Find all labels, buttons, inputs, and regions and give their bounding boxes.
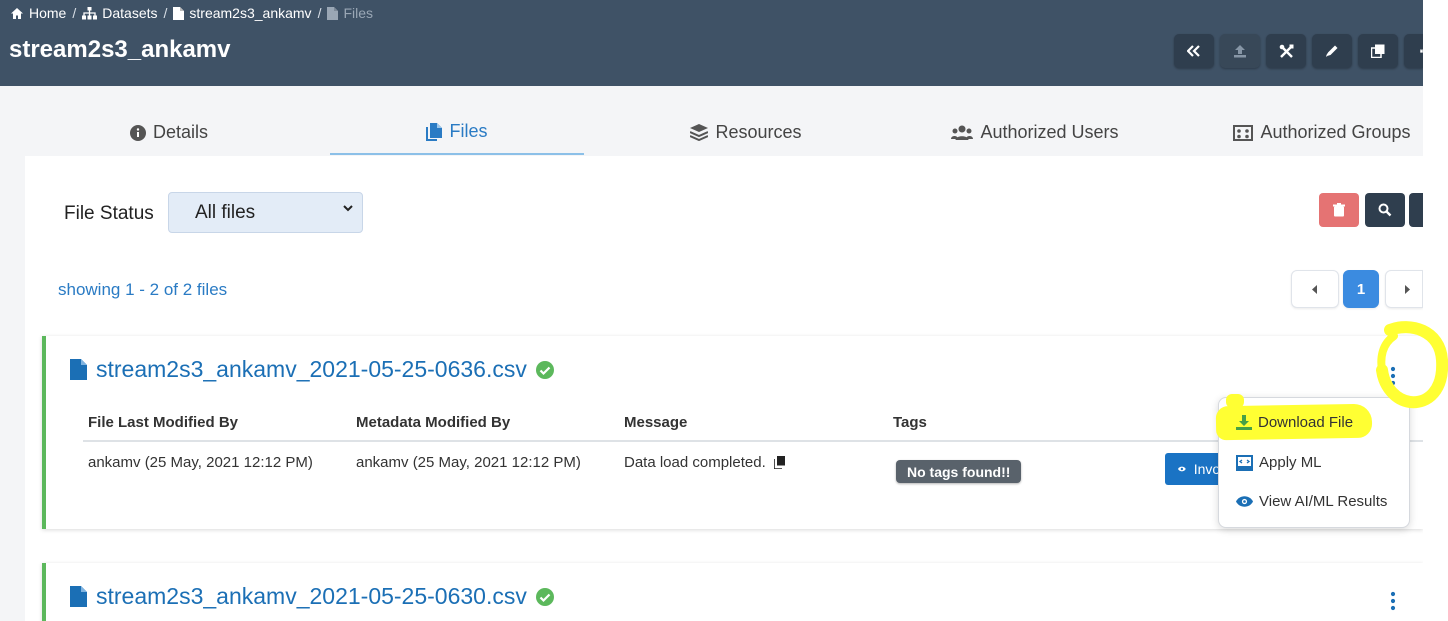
tab-resources[interactable]: Resources xyxy=(648,110,844,155)
upload-icon xyxy=(1234,45,1246,58)
tab-label: Resources xyxy=(715,122,802,142)
tab-label: Authorized Groups xyxy=(1260,122,1411,142)
file-actions-menu-items: Download File Apply ML View AI/ML Result… xyxy=(1218,397,1410,528)
tab-details[interactable]: Details xyxy=(65,110,273,155)
tools-icon xyxy=(1279,44,1293,58)
column-header: Tags xyxy=(893,414,927,431)
breadcrumb-datasets[interactable]: Datasets xyxy=(82,5,158,21)
file-icon xyxy=(327,6,339,20)
copy-icon xyxy=(1371,44,1385,58)
file-title[interactable]: stream2s3_ankamv_2021-05-25-0630.csv xyxy=(70,583,554,610)
message-text: Data load completed. xyxy=(624,454,766,471)
eye-icon xyxy=(1178,466,1186,472)
page-title: stream2s3_ankamv xyxy=(9,36,231,63)
search-files-button[interactable] xyxy=(1365,193,1405,227)
column-header: Message xyxy=(624,414,688,431)
search-icon xyxy=(1378,203,1392,217)
breadcrumb-dataset[interactable]: stream2s3_ankamv xyxy=(173,5,312,21)
file-status-label: File Status xyxy=(64,203,154,224)
tools-button[interactable] xyxy=(1266,34,1306,68)
check-circle-icon xyxy=(535,587,554,606)
copy-icon[interactable] xyxy=(773,456,785,469)
file-icon xyxy=(70,359,87,380)
file-icon xyxy=(173,6,185,20)
breadcrumb-home[interactable]: Home xyxy=(10,5,66,21)
page-margin xyxy=(1423,0,1448,621)
edit-button[interactable] xyxy=(1312,34,1352,68)
tab-label: Details xyxy=(152,122,209,142)
chevron-down-icon xyxy=(343,205,353,212)
menu-item-label: View AI/ML Results xyxy=(1259,493,1388,510)
file-status-value: All files xyxy=(195,201,256,223)
more-actions-button[interactable] xyxy=(1409,193,1423,227)
breadcrumb-separator: / xyxy=(163,5,168,21)
menu-item-download-file[interactable]: Download File xyxy=(1236,414,1353,431)
groups-icon xyxy=(1233,124,1254,141)
file-card: stream2s3_ankamv_2021-05-25-0630.csv xyxy=(42,563,1423,621)
edit-icon xyxy=(1326,45,1338,57)
info-circle-icon xyxy=(129,124,146,141)
pagination-next[interactable] xyxy=(1385,270,1423,308)
users-icon xyxy=(951,125,974,140)
breadcrumb-label: Home xyxy=(29,5,67,21)
tab-label: Files xyxy=(449,121,488,141)
file-status-select[interactable]: All files xyxy=(168,192,363,233)
menu-item-label: Apply ML xyxy=(1259,454,1322,471)
upload-button[interactable] xyxy=(1220,34,1260,68)
column-header: File Last Modified By xyxy=(88,414,239,431)
kebab-menu-icon[interactable] xyxy=(1387,591,1399,611)
eye-icon xyxy=(1236,496,1253,507)
tab-authorized-users[interactable]: Authorized Users xyxy=(922,110,1148,155)
message-cell: Data load completed. xyxy=(624,454,785,471)
tab-label: Authorized Users xyxy=(980,122,1119,142)
caret-right-icon xyxy=(1405,284,1410,294)
showing-count: showing 1 - 2 of 2 files xyxy=(58,280,228,299)
column-header: Metadata Modified By xyxy=(356,414,511,431)
download-icon xyxy=(1236,415,1252,430)
ml-icon xyxy=(1236,454,1253,471)
no-tags-badge: No tags found!! xyxy=(896,460,1022,483)
breadcrumb-files: Files xyxy=(327,5,373,21)
home-icon xyxy=(11,7,23,19)
copy-button[interactable] xyxy=(1358,34,1398,68)
metadata-modified-cell: ankamv (25 May, 2021 12:12 PM) xyxy=(356,454,581,471)
menu-item-view-results[interactable]: View AI/ML Results xyxy=(1236,493,1387,510)
layers-icon xyxy=(690,124,709,141)
breadcrumb-label: Files xyxy=(343,5,374,21)
file-name: stream2s3_ankamv_2021-05-25-0630.csv xyxy=(96,583,527,609)
app-window: Home / Datasets / stream2s3_ankamv / Fil… xyxy=(0,0,1423,621)
file-title[interactable]: stream2s3_ankamv_2021-05-25-0636.csv xyxy=(70,356,554,383)
check-circle-icon xyxy=(535,360,554,379)
breadcrumb-separator: / xyxy=(72,5,77,21)
files-icon xyxy=(426,122,443,141)
menu-item-label: Download File xyxy=(1258,414,1354,431)
files-panel: File Status All files showing 1 - 2 of 2… xyxy=(25,156,1423,621)
tab-bar: Details Files Resources Authorized Users… xyxy=(0,110,1423,156)
pagination-page-current[interactable]: 1 xyxy=(1343,270,1379,308)
file-name: stream2s3_ankamv_2021-05-25-0636.csv xyxy=(96,356,527,382)
breadcrumb-separator: / xyxy=(317,5,322,21)
trash-icon xyxy=(1333,203,1345,217)
tab-files[interactable]: Files xyxy=(330,110,584,155)
pagination-prev[interactable] xyxy=(1291,270,1339,308)
breadcrumb-label: Datasets xyxy=(102,5,158,21)
delete-dataset-button[interactable] xyxy=(1404,34,1423,68)
page-header: Home / Datasets / stream2s3_ankamv / Fil… xyxy=(0,0,1423,86)
collapse-icon xyxy=(1187,45,1200,57)
breadcrumb: Home / Datasets / stream2s3_ankamv / Fil… xyxy=(10,5,373,21)
collapse-button[interactable] xyxy=(1174,34,1214,68)
breadcrumb-label: stream2s3_ankamv xyxy=(189,5,312,21)
sitemap-icon xyxy=(82,6,98,19)
caret-left-icon xyxy=(1312,284,1317,294)
file-modified-cell: ankamv (25 May, 2021 12:12 PM) xyxy=(88,454,313,471)
file-icon xyxy=(70,586,87,607)
delete-files-button[interactable] xyxy=(1319,193,1359,227)
menu-item-apply-ml[interactable]: Apply ML xyxy=(1236,454,1322,471)
tab-authorized-groups[interactable]: Authorized Groups xyxy=(1212,110,1423,155)
